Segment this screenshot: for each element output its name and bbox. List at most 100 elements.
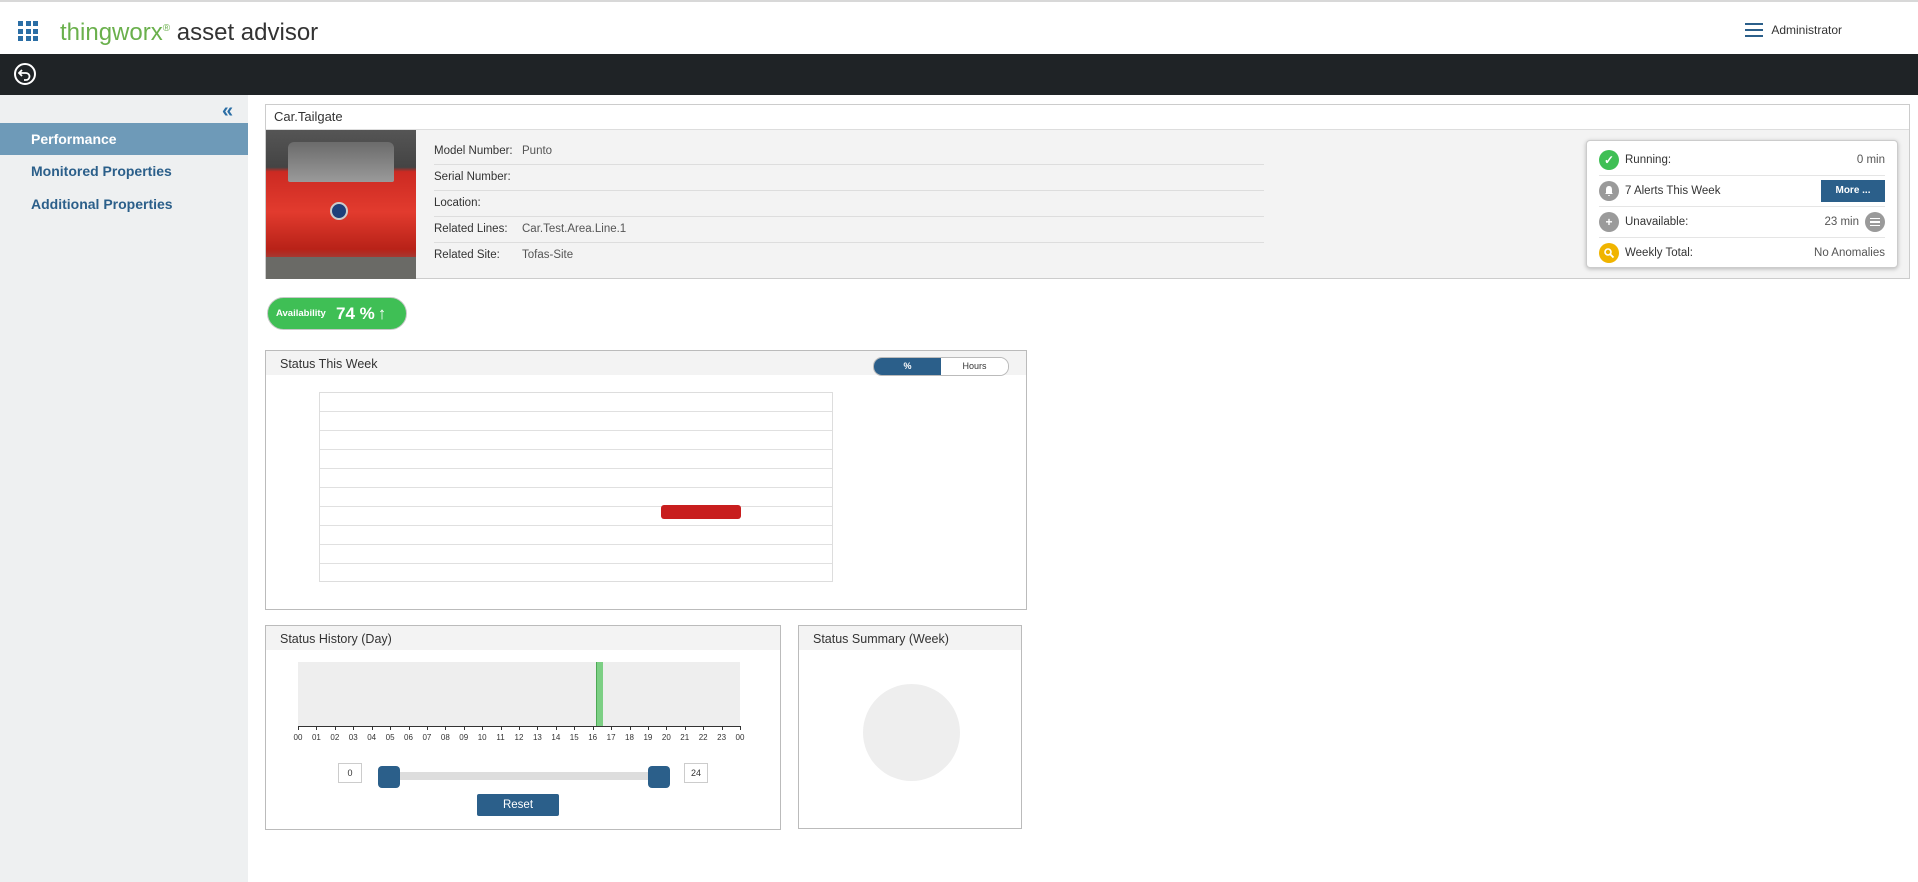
user-menu[interactable]: Administrator	[1745, 23, 1842, 37]
axis-tick-label: 06	[404, 733, 413, 742]
property-value: Punto	[522, 145, 553, 157]
axis-tick	[334, 726, 336, 730]
sidebar: « Performance Monitored Properties Addit…	[0, 95, 248, 882]
asset-properties: Model Number: Punto Serial Number: Locat…	[434, 139, 1264, 268]
toggle-hours[interactable]: Hours	[941, 358, 1008, 375]
axis-tick	[647, 726, 649, 730]
axis-tick	[445, 726, 447, 730]
anomaly-search-icon	[1599, 243, 1619, 263]
slider-start-handle[interactable]	[378, 766, 400, 788]
axis-tick	[611, 726, 613, 730]
availability-label: Availability	[276, 308, 326, 319]
property-label: Model Number:	[434, 145, 513, 157]
axis-tick-label: 10	[477, 733, 487, 742]
property-row: Related Lines: Car.Test.Area.Line.1	[434, 217, 1264, 243]
top-header: thingworx® asset advisor Administrator	[0, 0, 1918, 54]
more-alerts-button[interactable]: More ...	[1821, 180, 1885, 202]
menu-icon[interactable]	[1745, 23, 1764, 37]
property-value: Tofas-Site	[522, 249, 574, 261]
axis-tick	[316, 726, 318, 730]
axis-tick	[555, 726, 557, 730]
app-brand: thingworx® asset advisor	[60, 15, 318, 47]
sidebar-item-performance[interactable]: Performance	[0, 123, 248, 155]
list-icon[interactable]	[1865, 212, 1885, 232]
summary-pie-chart	[863, 684, 960, 781]
axis-tick-label: 16	[588, 733, 598, 742]
axis-tick-label: 01	[311, 733, 321, 742]
back-button[interactable]	[14, 63, 36, 85]
plus-icon: +	[1599, 212, 1619, 232]
navigation-bar	[0, 54, 1918, 95]
availability-badge: Availability 74 % ↑	[267, 297, 407, 330]
axis-tick	[408, 726, 410, 730]
unit-toggle[interactable]: % Hours	[873, 357, 1009, 376]
time-range-slider[interactable]	[394, 772, 670, 780]
axis-tick-label: 14	[551, 733, 561, 742]
range-end-input[interactable]: 24	[684, 763, 708, 783]
axis-tick-label: 17	[606, 733, 616, 742]
axis-tick-label: 21	[680, 733, 690, 742]
unavailable-value: 23 min	[1824, 216, 1859, 228]
status-card: ✓ Running: 0 min 7 Alerts This Week More…	[1586, 140, 1898, 268]
property-value: Car.Test.Area.Line.1	[522, 223, 627, 235]
property-row: Related Site: Tofas-Site	[434, 243, 1264, 268]
asset-title: Car.Tailgate	[266, 105, 1909, 130]
status-this-week-panel: Status This Week % Hours	[265, 350, 1027, 610]
axis-tick	[353, 726, 355, 730]
axis-tick-label: 07	[422, 733, 432, 742]
property-label: Location:	[434, 197, 481, 209]
bell-icon	[1599, 181, 1619, 201]
property-row: Serial Number:	[434, 165, 1264, 191]
slider-end-handle[interactable]	[648, 766, 670, 788]
weekly-total-value: No Anomalies	[1814, 247, 1885, 259]
axis-tick-label: 02	[330, 733, 340, 742]
status-history-panel: Status History (Day) 00 01 02 03 04 05 06 07 08 0…	[265, 625, 781, 830]
axis-tick	[703, 726, 705, 730]
back-arrow-icon	[18, 69, 31, 81]
axis-tick	[482, 726, 484, 730]
day-status-bar[interactable]	[596, 662, 603, 726]
axis-tick	[684, 726, 686, 730]
axis-tick-label: 05	[385, 733, 395, 742]
weekly-total-label: Weekly Total:	[1625, 247, 1693, 259]
axis-tick	[629, 726, 631, 730]
week-status-bar[interactable]	[661, 505, 741, 519]
reset-button[interactable]: Reset	[477, 794, 559, 816]
sidebar-item-additional-properties[interactable]: Additional Properties	[0, 188, 248, 220]
day-chart	[298, 662, 740, 726]
axis-tick-label: 12	[514, 733, 524, 742]
running-value: 0 min	[1856, 154, 1885, 166]
asset-photo	[266, 130, 416, 279]
status-summary-panel: Status Summary (Week)	[798, 625, 1022, 829]
property-row: Model Number: Punto	[434, 139, 1264, 165]
axis-tick	[390, 726, 392, 730]
axis-tick-label: 13	[532, 733, 542, 742]
property-row: Location:	[434, 191, 1264, 217]
alerts-row: 7 Alerts This Week More ...	[1599, 176, 1885, 207]
arrow-up-icon: ↑	[377, 303, 387, 323]
collapse-sidebar-icon[interactable]: «	[222, 101, 233, 121]
status-summary-title: Status Summary (Week)	[799, 626, 1021, 650]
week-chart	[319, 392, 833, 582]
check-icon: ✓	[1599, 150, 1619, 170]
sidebar-item-monitored-properties[interactable]: Monitored Properties	[0, 155, 248, 187]
range-start-input[interactable]: 0	[338, 763, 362, 783]
toggle-percent[interactable]: %	[874, 358, 941, 375]
alerts-label: 7 Alerts This Week	[1625, 185, 1721, 197]
axis-tick	[592, 726, 594, 730]
status-history-title: Status History (Day)	[266, 626, 780, 650]
property-label: Related Lines:	[434, 223, 508, 235]
axis-tick-label: 15	[569, 733, 579, 742]
axis-tick-label: 11	[496, 733, 505, 742]
axis-tick	[537, 726, 539, 730]
user-label[interactable]: Administrator	[1771, 23, 1842, 37]
axis-tick	[426, 726, 428, 730]
axis-tick	[500, 726, 502, 730]
axis-tick	[574, 726, 576, 730]
weekly-total-row: Weekly Total: No Anomalies	[1599, 238, 1885, 268]
axis-tick-label: 09	[459, 733, 469, 742]
unavailable-label: Unavailable:	[1625, 216, 1689, 228]
axis-tick-label: 22	[698, 733, 708, 742]
axis-tick-label: 03	[348, 733, 358, 742]
app-launcher-icon[interactable]	[18, 21, 38, 41]
